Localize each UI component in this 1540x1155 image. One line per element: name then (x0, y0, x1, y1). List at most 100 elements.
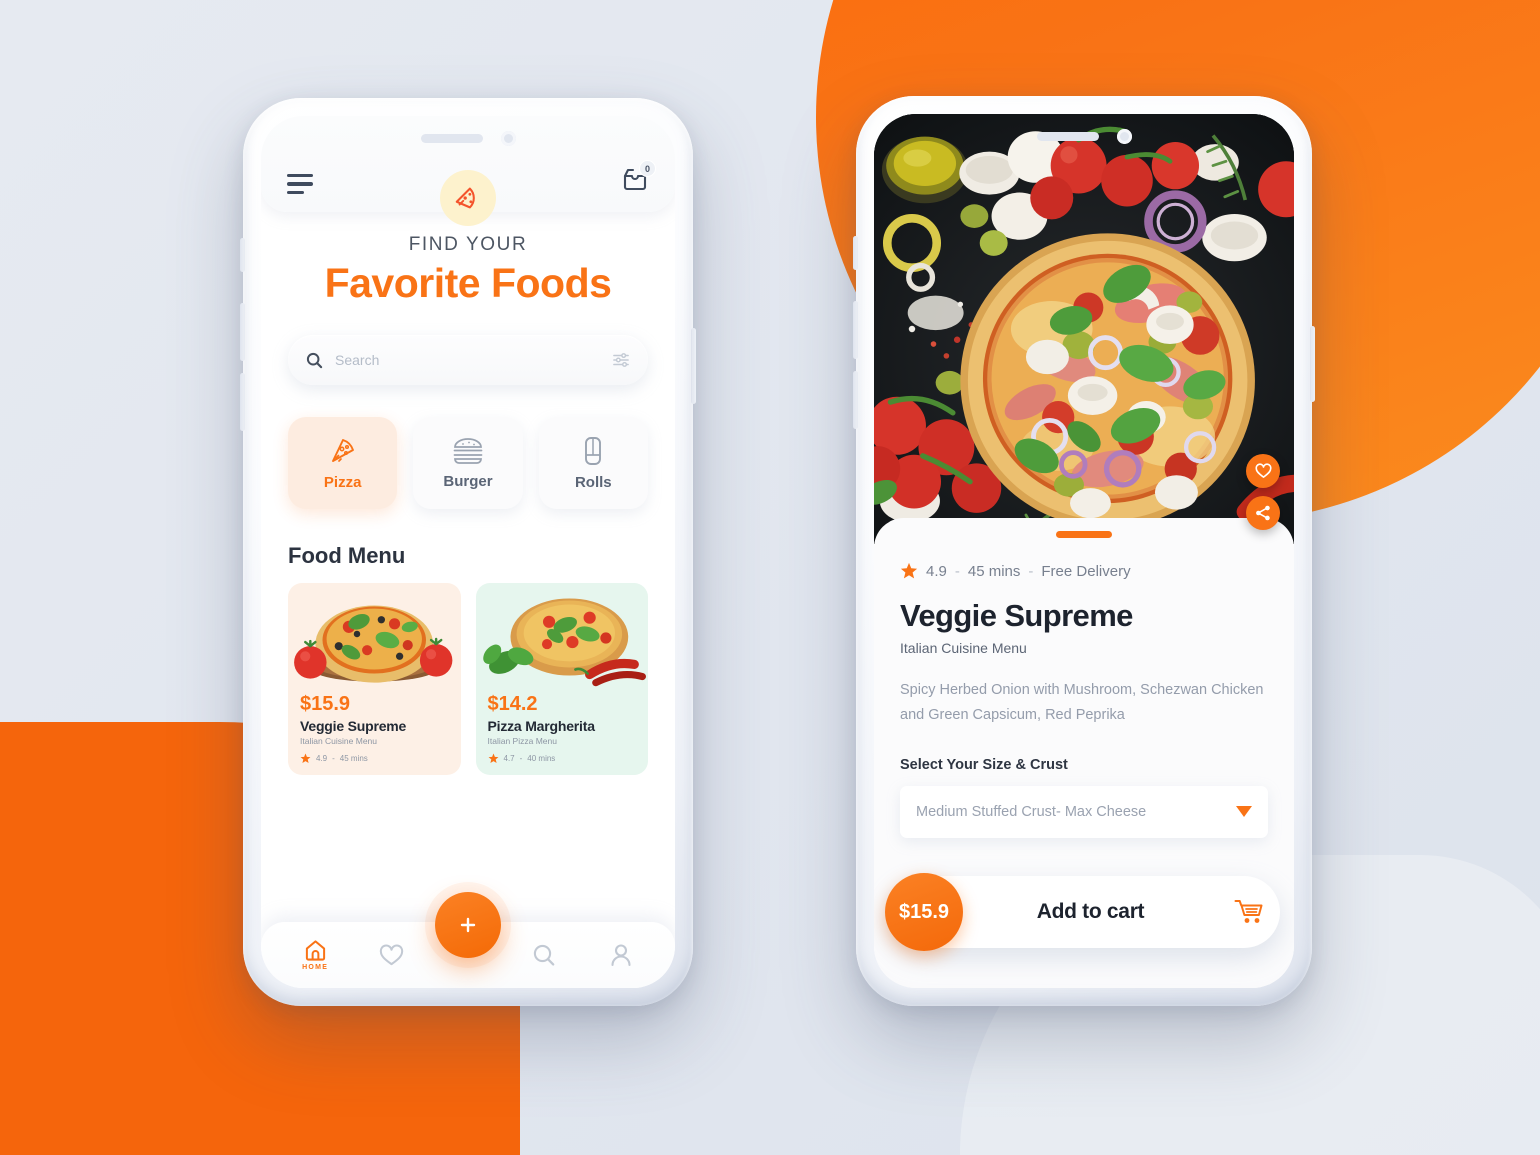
cart-price-badge: $15.9 (885, 873, 963, 951)
food-name: Veggie Supreme (300, 718, 407, 734)
category-pizza-label: Pizza (323, 474, 362, 491)
food-rating: 4.7 (503, 754, 515, 763)
nav-item-search[interactable] (517, 943, 571, 967)
food-rating: 4.9 (316, 754, 328, 763)
inbox-badge: 0 (639, 160, 656, 177)
profile-icon (611, 944, 631, 967)
phone-mockup-detail: 4.9 - 45 mins - Free Delivery Veggie Sup… (853, 96, 1315, 1006)
food-name: Pizza Margherita (487, 718, 595, 734)
size-crust-select[interactable]: Medium Stuffed Crust- Max Cheese (900, 785, 1268, 838)
pizza-photo (874, 114, 1294, 544)
hamburger-menu-icon[interactable] (287, 170, 313, 198)
category-list: Pizza Burger Rolls (261, 385, 675, 509)
food-image-pizza-margherita (476, 583, 649, 691)
size-crust-value: Medium Stuffed Crust- Max Cheese (916, 803, 1147, 820)
nav-item-favorites[interactable] (365, 944, 419, 967)
pizza-slice-icon (331, 439, 354, 462)
product-rating: 4.9 (926, 562, 947, 580)
food-card-meta: $14.2 Pizza Margherita Italian Pizza Men… (476, 691, 649, 775)
phone-mute-button[interactable] (853, 236, 858, 270)
food-menu-title: Food Menu (288, 543, 406, 568)
size-crust-label: Select Your Size & Crust (900, 756, 1068, 773)
pizza-illustration (482, 598, 646, 687)
food-time: 40 mins (527, 754, 556, 763)
food-rating-row: 4.9 - 45 mins (300, 753, 449, 764)
add-to-cart-bar[interactable]: $15.9 Add to cart (885, 873, 1280, 951)
product-hero-image (874, 114, 1294, 544)
home-icon (305, 940, 325, 961)
app-logo[interactable] (440, 170, 496, 226)
food-price: $15.9 (300, 693, 351, 715)
category-pizza[interactable]: Pizza (288, 417, 398, 509)
share-icon (1256, 505, 1270, 521)
nav-item-profile[interactable] (594, 943, 648, 967)
nav-item-home[interactable]: HOME (288, 939, 342, 971)
hero-kicker: FIND YOUR (408, 234, 528, 255)
product-description: Spicy Herbed Onion with Mushroom, Schezw… (900, 682, 1264, 724)
plus-icon (460, 917, 476, 933)
food-menu-grid: $15.9 Veggie Supreme Italian Cuisine Men… (261, 569, 675, 775)
hero-title: Favorite Foods (324, 260, 612, 306)
share-button[interactable] (1246, 496, 1280, 530)
category-rolls[interactable]: Rolls (538, 417, 648, 509)
chevron-down-icon (1236, 806, 1252, 818)
phone-volume-down-button[interactable] (240, 373, 245, 431)
food-card-meta: $15.9 Veggie Supreme Italian Cuisine Men… (288, 691, 461, 775)
design-canvas: 0 FIND YOUR Favorite Foods Search Pizza … (0, 0, 1540, 1155)
phone-volume-up-button[interactable] (240, 303, 245, 361)
product-subtitle: Italian Cuisine Menu (900, 640, 1027, 656)
shopping-cart-icon (1234, 900, 1263, 923)
food-card[interactable]: $14.2 Pizza Margherita Italian Pizza Men… (475, 583, 649, 775)
pizza-illustration (294, 605, 453, 683)
phone-volume-up-button[interactable] (853, 301, 858, 359)
home-screen: 0 FIND YOUR Favorite Foods Search Pizza … (261, 116, 675, 988)
food-rating-row: 4.7 - 40 mins (488, 753, 637, 764)
search-icon (534, 944, 555, 966)
category-burger[interactable]: Burger (413, 417, 523, 509)
inbox-button[interactable]: 0 (621, 160, 656, 198)
detail-screen: 4.9 - 45 mins - Free Delivery Veggie Sup… (874, 114, 1294, 988)
add-to-cart-label: Add to cart (1036, 900, 1145, 923)
food-rating-separator: - (332, 754, 335, 763)
pizza-scene-illustration (874, 114, 1294, 544)
product-delivery: Free Delivery (1041, 562, 1131, 580)
food-card[interactable]: $15.9 Veggie Supreme Italian Cuisine Men… (288, 583, 461, 775)
phone-power-button[interactable] (691, 328, 696, 404)
shopping-cart-icon-wrap (1218, 899, 1280, 925)
app-header: 0 (261, 116, 675, 226)
star-icon (900, 562, 918, 579)
product-title: Veggie Supreme (900, 598, 1133, 633)
product-rating-row: 4.9 - 45 mins - Free Delivery (900, 562, 1268, 580)
rating-separator-2: - (1028, 562, 1034, 580)
food-time: 45 mins (339, 754, 368, 763)
food-image-veggie-supreme (288, 583, 461, 691)
food-price: $14.2 (487, 693, 538, 715)
phone-power-button[interactable] (1310, 326, 1315, 402)
favorite-button[interactable] (1246, 454, 1280, 488)
burger-icon (453, 438, 483, 464)
food-subtitle: Italian Pizza Menu (487, 736, 557, 746)
rolls-icon (585, 437, 602, 465)
add-button-fab[interactable] (435, 892, 501, 958)
heart-icon (379, 944, 404, 965)
image-action-buttons (1246, 454, 1280, 530)
filter-sliders-icon[interactable] (612, 352, 630, 368)
search-icon (306, 352, 323, 368)
food-rating-separator: - (519, 754, 523, 763)
search-input[interactable] (335, 352, 600, 368)
category-rolls-label: Rolls (574, 474, 612, 491)
product-duration: 45 mins (967, 562, 1021, 580)
star-icon (488, 753, 498, 763)
phone-mute-button[interactable] (240, 238, 245, 272)
category-burger-label: Burger (443, 473, 493, 490)
food-subtitle: Italian Cuisine Menu (300, 736, 378, 746)
heart-icon (1254, 463, 1272, 478)
nav-item-home-label: HOME (302, 964, 329, 971)
phone-volume-down-button[interactable] (853, 371, 858, 429)
rating-separator-1: - (954, 562, 960, 580)
phone-mockup-home: 0 FIND YOUR Favorite Foods Search Pizza … (240, 98, 696, 1006)
star-icon (300, 753, 311, 763)
search-bar[interactable] (288, 335, 648, 385)
sheet-grabber[interactable] (1056, 531, 1112, 538)
product-detail-sheet: 4.9 - 45 mins - Free Delivery Veggie Sup… (874, 518, 1294, 988)
